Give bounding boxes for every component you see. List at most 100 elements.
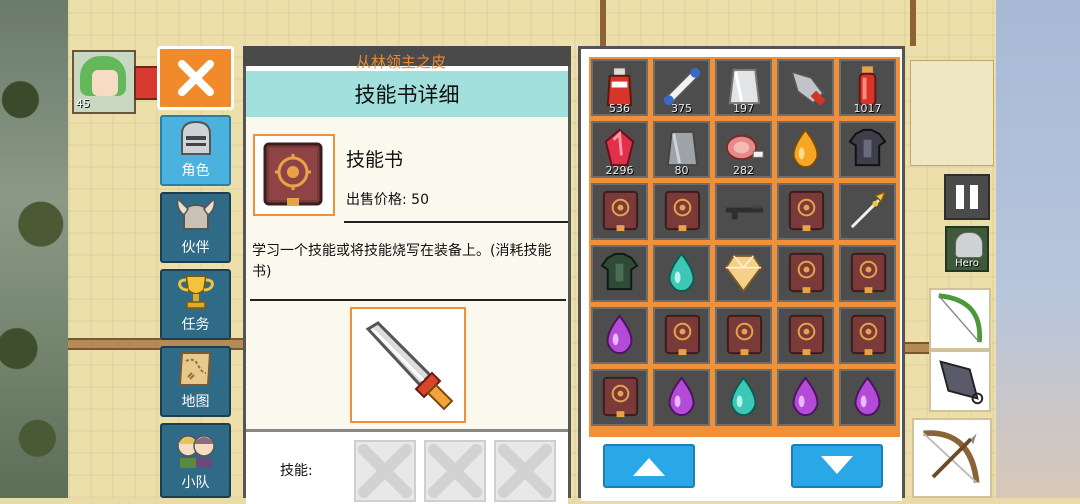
amber-drop-icon (792, 128, 819, 169)
viking-helmet-icon (176, 197, 215, 230)
inventory-slot[interactable] (715, 369, 772, 426)
golden-spear-icon (850, 190, 887, 229)
detail-title: 技能书详细 (246, 71, 568, 117)
divider (250, 299, 566, 301)
pause-icon-bar (970, 185, 978, 209)
tab-partner[interactable]: 伙伴 (160, 192, 231, 263)
inventory-slot[interactable]: 375 (653, 59, 710, 116)
inventory-slot[interactable] (839, 121, 896, 178)
empty-slot-cross-icon (357, 443, 413, 499)
inventory-slot[interactable] (591, 183, 648, 240)
green-bow-icon (938, 293, 983, 343)
item-count: 536 (609, 102, 630, 115)
tab-quest[interactable]: 任务 (160, 269, 231, 340)
empty-slot-cross-icon (497, 443, 553, 499)
inventory-slot[interactable] (777, 307, 834, 364)
tab-map[interactable]: 地图 (160, 346, 231, 417)
inventory-slot[interactable] (715, 307, 772, 364)
tab-character[interactable]: 角色 (160, 115, 231, 186)
inventory-slot[interactable] (591, 307, 648, 364)
close-button[interactable] (157, 46, 234, 110)
inventory-grid: 536 375 197 1017 2296 80 282 (589, 57, 900, 437)
scroll-up-button[interactable] (603, 444, 695, 488)
hero-level: 45 (76, 97, 90, 110)
background-tree-area (0, 0, 68, 498)
inventory-slot[interactable] (777, 245, 834, 302)
teal-drop-icon (668, 252, 695, 293)
sword-skill-icon (365, 321, 454, 411)
inventory-slot[interactable] (653, 183, 710, 240)
background-sky-area (996, 0, 1080, 498)
purple-drop-icon (854, 376, 881, 417)
inventory-slot[interactable] (777, 121, 834, 178)
tab-party-label: 小队 (181, 475, 210, 491)
inventory-slot[interactable] (653, 245, 710, 302)
party-heroes-icon (176, 435, 215, 468)
inventory-slot[interactable] (839, 183, 896, 240)
inventory-slot[interactable] (839, 245, 896, 302)
weapon-slot-bow-green[interactable] (929, 288, 991, 350)
knight-helmet-icon (180, 120, 211, 155)
inventory-slot[interactable]: 536 (591, 59, 648, 116)
map-scroll-icon (178, 352, 211, 386)
item-name: 技能书 (346, 149, 404, 171)
skill-slot-3[interactable] (494, 440, 556, 502)
topaz-crystal-icon (724, 254, 763, 293)
weapon-slot-kunai[interactable] (929, 350, 991, 412)
inventory-slot[interactable] (839, 307, 896, 364)
skill-book-icon (850, 314, 887, 356)
inventory-slot[interactable] (777, 59, 834, 116)
inventory-slot[interactable] (715, 183, 772, 240)
fence-post (910, 0, 916, 46)
item-description: 学习一个技能或将技能烧写在装备上。(消耗技能书) (252, 243, 552, 280)
skill-book-icon (850, 252, 887, 294)
fence-post (600, 0, 606, 46)
inventory-slot[interactable] (653, 307, 710, 364)
skill-book-icon (263, 142, 323, 206)
skill-book-icon (726, 314, 763, 356)
arrow-up-icon (633, 458, 665, 476)
skill-book-icon (788, 190, 825, 232)
item-preview (253, 134, 335, 216)
hero-portrait[interactable]: 45 (72, 50, 136, 114)
weapon-slot-crossbow[interactable] (912, 418, 992, 498)
item-count: 282 (733, 164, 754, 177)
hero-button[interactable]: Hero (945, 226, 989, 272)
detail-body: 技能书 出售价格: 50 学习一个技能或将技能烧写在装备上。(消耗技能书) (246, 117, 568, 429)
hero-button-label: Hero (955, 258, 979, 269)
skill-book-icon (602, 190, 639, 232)
teal-drop-icon (730, 376, 757, 417)
inventory-slot[interactable]: 1017 (839, 59, 896, 116)
skill-preview (350, 307, 466, 423)
inventory-slot[interactable] (839, 369, 896, 426)
close-x-icon (177, 60, 214, 96)
pause-button[interactable] (944, 174, 990, 220)
skill-slot-1[interactable] (354, 440, 416, 502)
hero-helmet-icon (955, 232, 983, 258)
inventory-slot[interactable] (653, 369, 710, 426)
minimap (910, 60, 994, 166)
skill-slot-2[interactable] (424, 440, 486, 502)
tab-party[interactable]: 小队 (160, 423, 231, 498)
scroll-down-button[interactable] (791, 444, 883, 488)
arrow-down-icon (821, 456, 853, 474)
item-count: 375 (671, 102, 692, 115)
tree-foliage (0, 0, 68, 498)
inventory-slot[interactable]: 197 (715, 59, 772, 116)
background-item-name: 从林领主之皮 (356, 53, 447, 71)
inventory-slot[interactable] (715, 245, 772, 302)
item-detail-panel: 从林领主之皮 技能书详细 技能书 出售价格: 50 学习一个技能或将技能烧写在装… (243, 46, 571, 504)
inventory-slot[interactable]: 80 (653, 121, 710, 178)
tab-map-label: 地图 (181, 394, 210, 410)
skill-book-icon (602, 376, 639, 418)
inventory-slot[interactable] (777, 183, 834, 240)
skill-book-icon (664, 190, 701, 232)
inventory-slot[interactable]: 282 (715, 121, 772, 178)
inventory-slot[interactable] (591, 245, 648, 302)
tab-partner-label: 伙伴 (181, 240, 210, 256)
inventory-slot[interactable] (591, 369, 648, 426)
inventory-slot[interactable] (777, 369, 834, 426)
inventory-slot[interactable]: 2296 (591, 121, 648, 178)
crossbow-icon (922, 430, 980, 484)
skill-book-icon (788, 314, 825, 356)
